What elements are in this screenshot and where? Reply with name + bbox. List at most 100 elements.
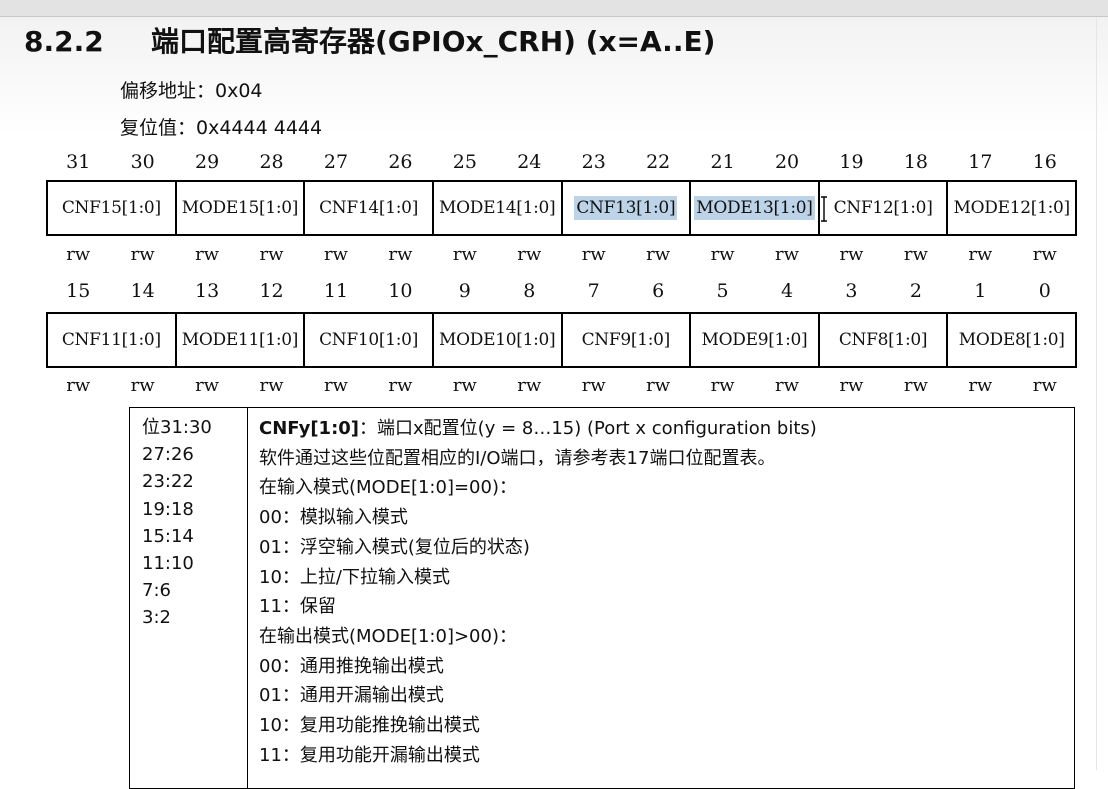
bit-number: 10	[388, 280, 413, 302]
section-heading: 8.2.2 端口配置高寄存器(GPIOx_CRH) (x=A..E)	[24, 20, 715, 60]
bit-number: 30	[130, 151, 155, 173]
reset-value-line: 复位值：0x4444 4444	[120, 113, 322, 140]
access-type: rw	[710, 375, 735, 396]
bit-range: 19:18	[142, 498, 194, 520]
access-type: rw	[646, 244, 671, 265]
access-type: rw	[323, 375, 348, 396]
text-cursor-icon	[821, 196, 827, 222]
bit-number: 19	[839, 151, 864, 173]
field-label: MODE11[1:0]	[181, 330, 299, 350]
reset-value: 0x4444 4444	[196, 117, 323, 139]
access-type: rw	[452, 375, 477, 396]
access-type: rw	[968, 244, 993, 265]
access-type: rw	[66, 244, 91, 265]
section-number: 8.2.2	[24, 25, 104, 58]
bit-range: 23:22	[142, 471, 194, 493]
access-type: rw	[323, 244, 348, 265]
bit-description-table: 位31:30 27:26 23:22 19:18 15:14 11:10 7:6…	[129, 407, 1075, 789]
field-cell-cnf8: CNF8[1:0]	[817, 314, 947, 366]
bit-number: 2	[909, 280, 922, 302]
field-cell-mode12: MODE12[1:0]	[946, 182, 1075, 234]
description-line: 10：上拉/下拉输入模式	[259, 566, 450, 588]
access-type: rw	[195, 244, 220, 265]
access-type: rw	[581, 375, 606, 396]
offset-address-line: 偏移地址：0x04	[120, 76, 263, 103]
bit-range: 7:6	[142, 580, 171, 602]
field-label: MODE9[1:0]	[701, 330, 808, 350]
field-label: CNF14[1:0]	[319, 198, 419, 218]
register-row-low: CNF11[1:0] MODE11[1:0] CNF10[1:0] MODE10…	[46, 312, 1077, 368]
bit-number: 25	[452, 151, 477, 173]
description-line: 在输出模式(MODE[1:0]>00)：	[259, 625, 517, 647]
field-cell-cnf11: CNF11[1:0]	[48, 314, 175, 366]
access-type: rw	[710, 244, 735, 265]
field-cell-cnf13[interactable]: CNF13[1:0]	[560, 182, 690, 234]
access-type: rw	[839, 375, 864, 396]
description-line: 在输入模式(MODE[1:0]=00)：	[259, 477, 517, 499]
access-type: rw	[581, 244, 606, 265]
field-cell-mode10: MODE10[1:0]	[431, 314, 561, 366]
field-cell-mode13[interactable]: MODE13[1:0]	[689, 182, 818, 234]
bit-number: 11	[323, 280, 349, 302]
field-cell-mode9: MODE9[1:0]	[689, 314, 818, 366]
field-label: MODE12[1:0]	[953, 198, 1071, 218]
offset-label: 偏移地址：	[120, 80, 216, 102]
bit-range: 11:10	[142, 553, 194, 575]
field-label: CNF12[1:0]	[833, 198, 933, 218]
bit-number: 7	[587, 280, 600, 302]
bit-number: 20	[774, 151, 800, 173]
field-cell-mode14: MODE14[1:0]	[431, 182, 561, 234]
bit-number: 9	[458, 280, 471, 302]
selected-text[interactable]: MODE13[1:0]	[694, 196, 815, 220]
bit-numbers-low: 15 14 13 12 11 10 9 8 7 6 5 4 3 2 1 0	[46, 280, 1077, 302]
bit-number: 16	[1032, 151, 1057, 173]
bit-number: 5	[716, 280, 729, 302]
access-type: rw	[130, 375, 155, 396]
access-type: rw	[195, 375, 220, 396]
bit-number: 14	[130, 280, 155, 302]
viewer-top-border	[0, 16, 1108, 17]
field-cell-mode15: MODE15[1:0]	[174, 182, 304, 234]
access-type: rw	[517, 244, 542, 265]
access-type: rw	[1032, 375, 1057, 396]
access-type: rw	[903, 244, 928, 265]
field-cell-cnf14: CNF14[1:0]	[303, 182, 432, 234]
field-heading: CNFy[1:0]：端口x配置位(y = 8…15) (Port x confi…	[259, 414, 1074, 444]
bit-number: 26	[388, 151, 413, 173]
description-line: 00：通用推挽输出模式	[259, 655, 444, 677]
bit-range: 3:2	[142, 607, 171, 629]
access-type: rw	[646, 375, 671, 396]
bit-number: 15	[66, 280, 91, 302]
field-cell-mode8: MODE8[1:0]	[946, 314, 1075, 366]
access-type: rw	[259, 244, 284, 265]
access-type: rw	[775, 244, 800, 265]
access-type: rw	[968, 375, 993, 396]
bit-number: 29	[195, 151, 220, 173]
description-column: CNFy[1:0]：端口x配置位(y = 8…15) (Port x confi…	[248, 408, 1074, 788]
bit-number: 27	[323, 151, 349, 173]
bit-number: 21	[710, 151, 735, 173]
field-label: CNF10[1:0]	[319, 330, 419, 350]
bit-range-column: 位31:30 27:26 23:22 19:18 15:14 11:10 7:6…	[130, 408, 248, 788]
access-type: rw	[388, 375, 413, 396]
reset-label: 复位值：	[120, 117, 197, 139]
description-line: 01：通用开漏输出模式	[259, 685, 444, 707]
bit-number: 17	[968, 151, 993, 173]
bit-number: 8	[523, 280, 536, 302]
field-label: CNF11[1:0]	[61, 330, 161, 350]
bit-number: 23	[581, 151, 606, 173]
field-cell-cnf12: CNF12[1:0]	[817, 182, 947, 234]
access-row-high: rw rw rw rw rw rw rw rw rw rw rw rw rw r…	[46, 244, 1077, 265]
field-cell-cnf10: CNF10[1:0]	[303, 314, 432, 366]
register-row-high: CNF15[1:0] MODE15[1:0] CNF14[1:0] MODE14…	[46, 180, 1077, 236]
access-type: rw	[517, 375, 542, 396]
bit-range: 15:14	[142, 525, 194, 547]
offset-value: 0x04	[215, 80, 263, 102]
description-line: 11：复用功能开漏输出模式	[259, 744, 480, 766]
bit-range: 27:26	[142, 444, 194, 466]
description-line: 10：复用功能推挽输出模式	[259, 715, 480, 737]
bit-numbers-high: 31 30 29 28 27 26 25 24 23 22 21 20 19 1…	[46, 151, 1077, 173]
bit-number: 3	[845, 280, 858, 302]
selected-text[interactable]: CNF13[1:0]	[574, 196, 678, 220]
field-cell-mode11: MODE11[1:0]	[174, 314, 304, 366]
